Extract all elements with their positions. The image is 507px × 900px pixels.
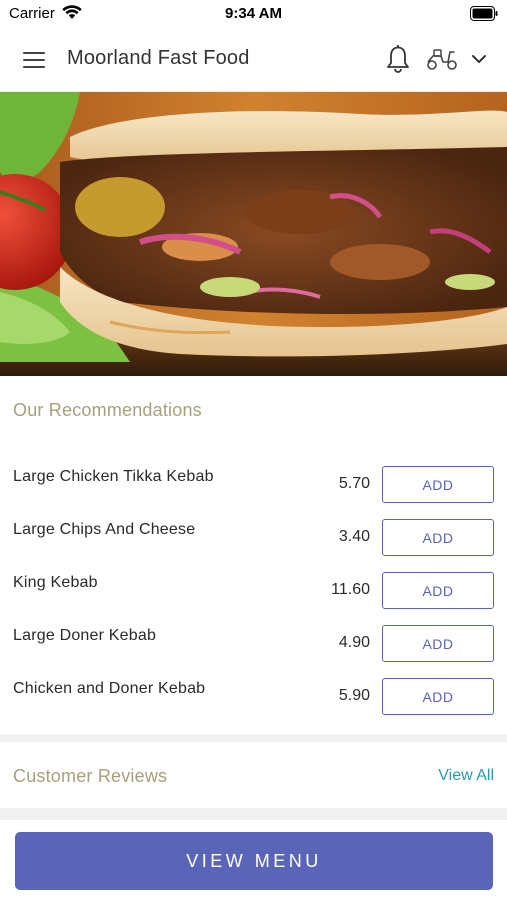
bell-icon[interactable] bbox=[384, 44, 412, 74]
battery-icon bbox=[470, 6, 498, 21]
item-name: Large Doner Kebab bbox=[13, 627, 157, 644]
item-name: King Kebab bbox=[13, 574, 98, 591]
item-price: 4.90 bbox=[338, 634, 370, 651]
page-title: Moorland Fast Food bbox=[67, 47, 250, 69]
item-price: 5.70 bbox=[338, 475, 370, 492]
add-button[interactable]: ADD bbox=[382, 678, 494, 715]
item-price: 5.90 bbox=[338, 687, 370, 704]
list-item: Chicken and Doner Kebab 5.90 ADD bbox=[0, 678, 507, 733]
item-name: Large Chips And Cheese bbox=[13, 521, 196, 538]
list-item: Large Doner Kebab 4.90 ADD bbox=[0, 625, 507, 680]
item-price: 3.40 bbox=[338, 528, 370, 545]
hamburger-menu-icon[interactable] bbox=[20, 46, 48, 74]
hero-image bbox=[0, 92, 507, 376]
add-button[interactable]: ADD bbox=[382, 572, 494, 609]
item-name: Chicken and Doner Kebab bbox=[13, 680, 206, 697]
chevron-down-icon[interactable] bbox=[468, 48, 490, 70]
add-button[interactable]: ADD bbox=[382, 519, 494, 556]
section-title: Customer Reviews bbox=[13, 766, 168, 786]
reviews-section: Customer Reviews View All bbox=[0, 742, 507, 808]
list-item: Large Chips And Cheese 3.40 ADD bbox=[0, 519, 507, 574]
kebab-photo bbox=[0, 92, 507, 376]
recommendations-section: Our Recommendations Large Chicken Tikka … bbox=[0, 376, 507, 734]
view-all-link[interactable]: View All bbox=[438, 767, 494, 785]
view-menu-button[interactable]: VIEW MENU bbox=[15, 832, 493, 890]
item-price: 11.60 bbox=[331, 581, 370, 598]
section-divider bbox=[0, 808, 507, 820]
bottom-bar: VIEW MENU bbox=[0, 820, 507, 900]
list-item: Large Chicken Tikka Kebab 5.70 ADD bbox=[0, 466, 507, 521]
app-header: Moorland Fast Food bbox=[0, 28, 507, 92]
section-title: Our Recommendations bbox=[13, 400, 202, 420]
scooter-icon[interactable] bbox=[425, 46, 459, 72]
status-bar: Carrier 9:34 AM bbox=[0, 0, 507, 28]
add-button[interactable]: ADD bbox=[382, 466, 494, 503]
add-button[interactable]: ADD bbox=[382, 625, 494, 662]
section-divider bbox=[0, 734, 507, 742]
clock: 9:34 AM bbox=[225, 5, 282, 22]
item-name: Large Chicken Tikka Kebab bbox=[13, 468, 214, 485]
list-item: King Kebab 11.60 ADD bbox=[0, 572, 507, 627]
